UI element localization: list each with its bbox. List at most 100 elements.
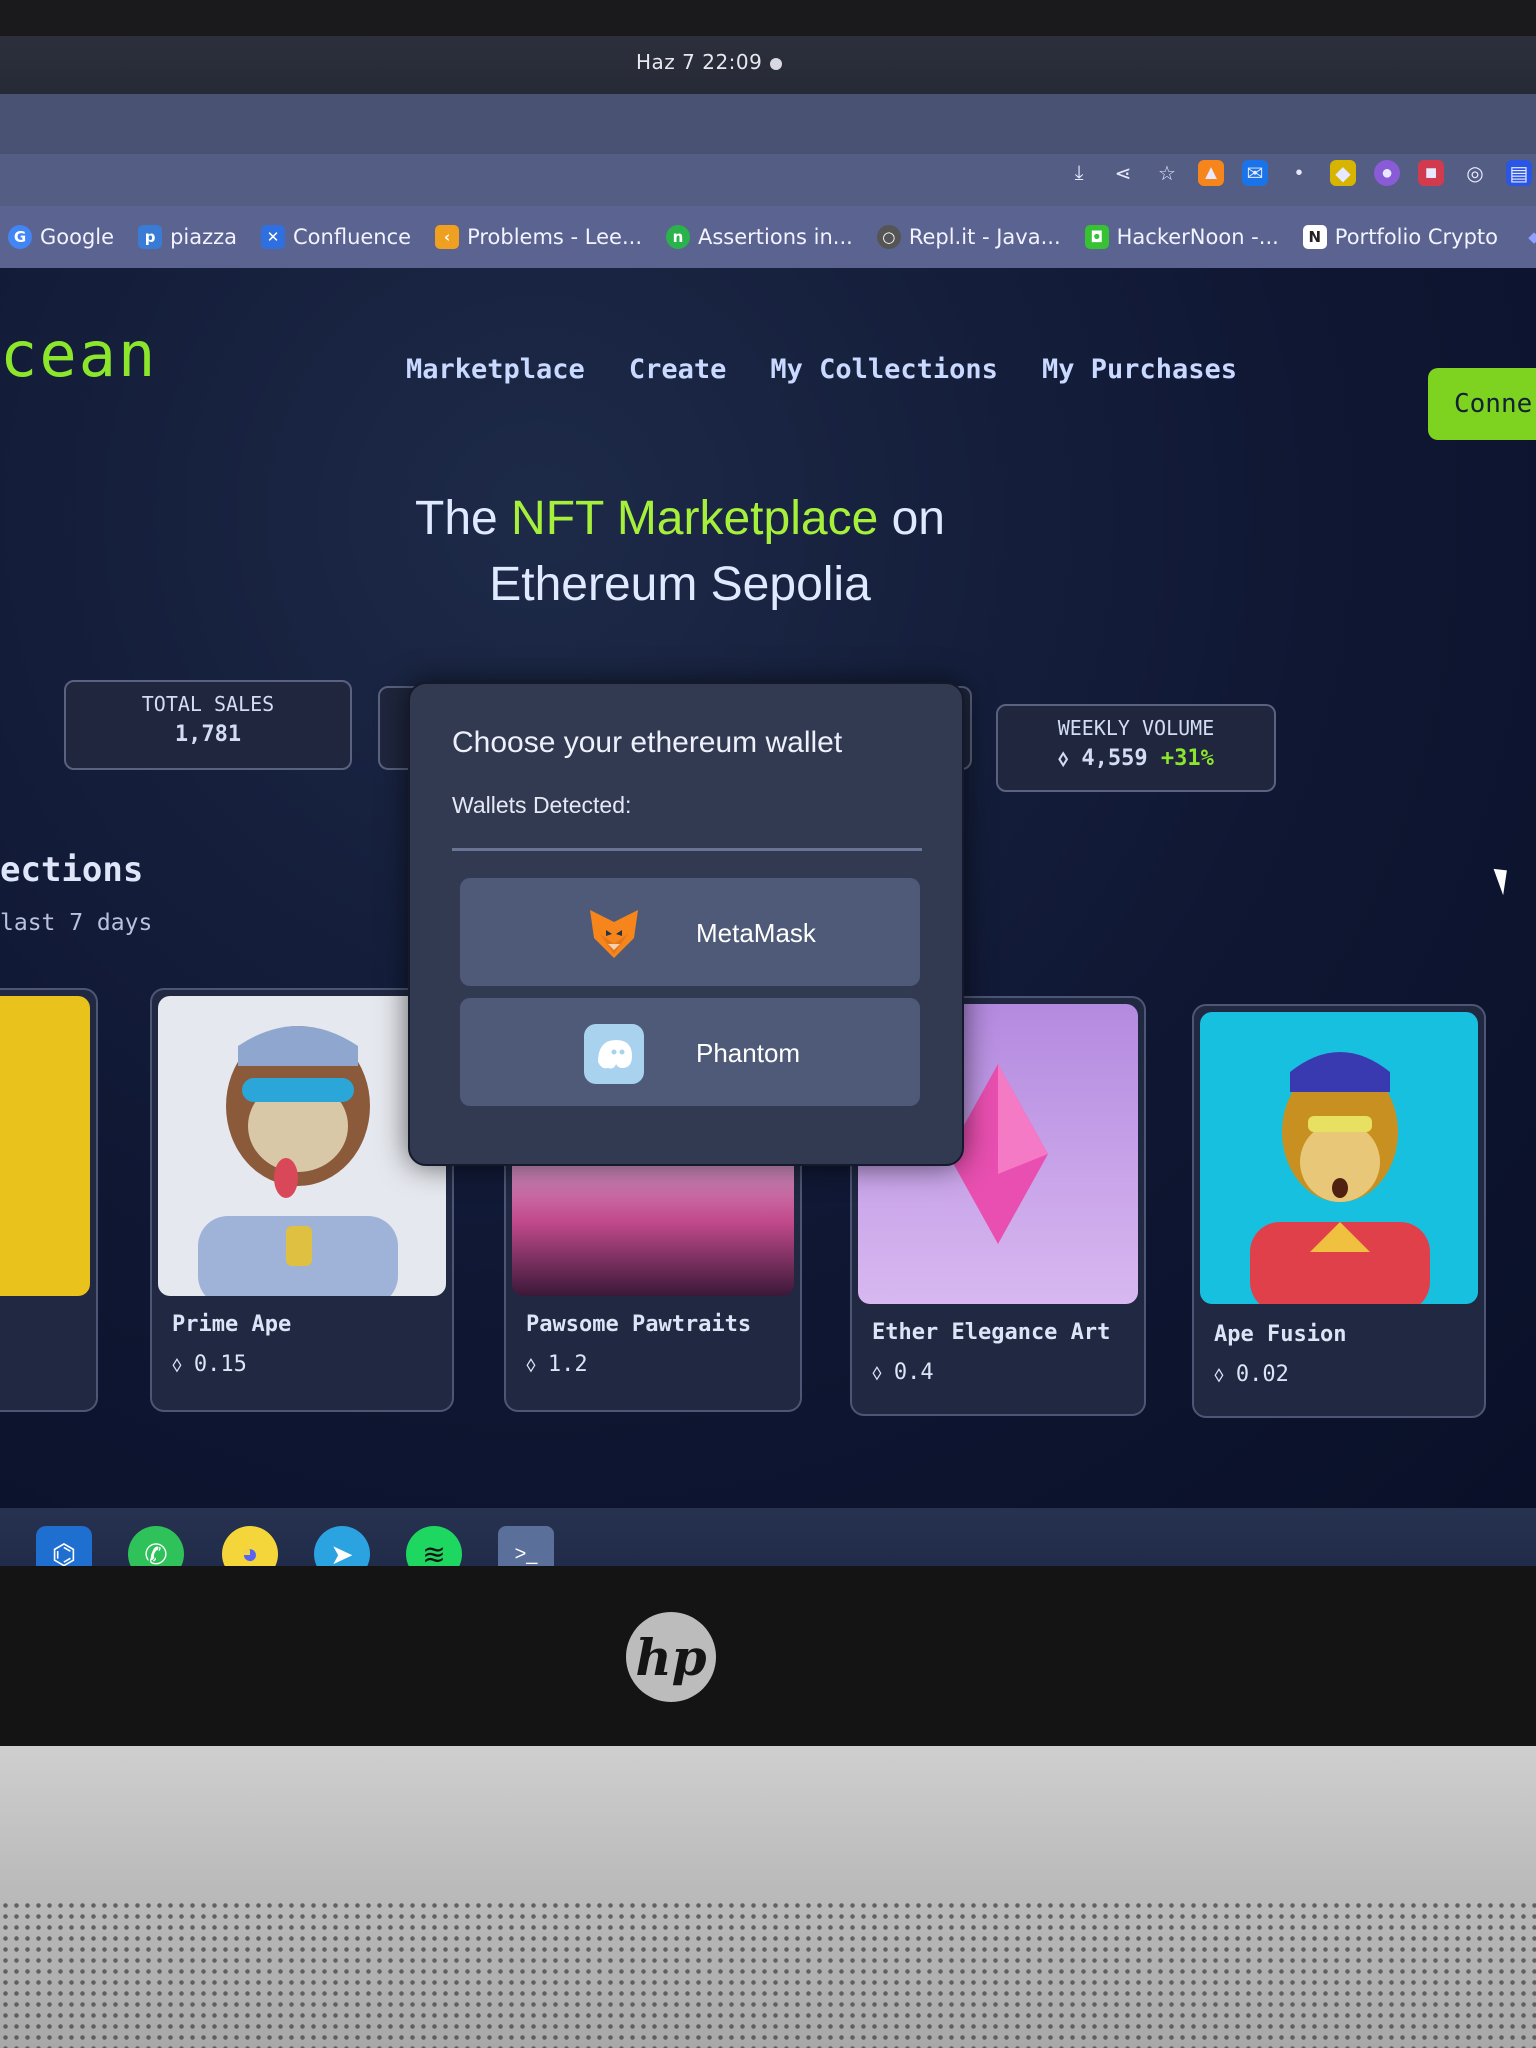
browser-toolbar: ⤓ ⋖ ☆ ▲ ✉ • ◆ ● ■ ◎ ▤ bbox=[0, 154, 1536, 206]
collection-card-ape-fusion[interactable]: Ape Fusion ⬨ 0.02 bbox=[1192, 1004, 1486, 1418]
system-top-bar: Haz 7 22:09 bbox=[0, 36, 1536, 94]
install-app-icon[interactable]: ⤓ bbox=[1066, 160, 1092, 186]
stat-weekly-volume: WEEKLY VOLUME ⬨ 4,559 +31% bbox=[996, 704, 1276, 792]
extension-circle-icon[interactable]: ● bbox=[1374, 160, 1400, 186]
stat-label: WEEKLY VOLUME bbox=[1057, 716, 1215, 740]
nav-marketplace[interactable]: Marketplace bbox=[406, 354, 585, 385]
site-logo[interactable]: cean bbox=[0, 318, 157, 391]
stat-value: 4,559 bbox=[1081, 746, 1148, 771]
collection-art-prime-ape bbox=[158, 996, 446, 1296]
collection-card-partial[interactable] bbox=[0, 988, 98, 1412]
bookmark-hackernoon[interactable]: ◘ HackerNoon -... bbox=[1084, 225, 1279, 249]
connect-wallet-button[interactable]: Conne bbox=[1428, 368, 1536, 440]
collection-price: ⬨ 0.4 bbox=[872, 1360, 934, 1385]
hero-title-pre: The bbox=[415, 492, 512, 545]
metamask-extension-icon[interactable]: ▲ bbox=[1198, 160, 1224, 186]
nft-marketplace-page: cean Marketplace Create My Collections M… bbox=[0, 268, 1536, 1508]
google-icon: G bbox=[8, 225, 32, 249]
terminal-icon[interactable]: >_ bbox=[498, 1526, 554, 1566]
stat-label: TOTAL SALES bbox=[141, 692, 275, 716]
collection-price-value: 0.4 bbox=[893, 1360, 934, 1385]
phantom-ghost-icon bbox=[584, 1024, 644, 1084]
collection-price-value: 0.02 bbox=[1235, 1362, 1289, 1387]
section-title: ections bbox=[0, 850, 144, 890]
stat-value-row: ⬨ 4,559 +31% bbox=[998, 746, 1274, 771]
hp-logo: hp bbox=[626, 1612, 716, 1702]
collection-price-value: 1.2 bbox=[547, 1352, 588, 1377]
extension-target-icon[interactable]: ◎ bbox=[1462, 160, 1488, 186]
laptop-bezel-bottom bbox=[0, 1566, 1536, 1746]
extension-drop-icon[interactable]: • bbox=[1286, 160, 1312, 186]
main-nav: Marketplace Create My Collections My Pur… bbox=[406, 354, 1237, 385]
bookmark-label: Problems - Lee... bbox=[467, 225, 642, 249]
collection-name: Ether Elegance Art bbox=[872, 1320, 1111, 1345]
ethereum-icon: ⬨ bbox=[872, 1360, 882, 1385]
ethereum-icon: ◆ bbox=[1528, 228, 1536, 246]
bookmark-replit[interactable]: ○ Repl.it - Java... bbox=[876, 225, 1061, 249]
hero-title-accent: NFT Marketplace bbox=[511, 492, 879, 545]
stat-total-sales: TOTAL SALES 1,781 bbox=[64, 680, 352, 770]
leetcode-icon: ‹ bbox=[435, 225, 460, 249]
ethereum-icon: ⬨ bbox=[1058, 746, 1069, 771]
hero-title-post: on bbox=[878, 492, 945, 545]
speaker-grille bbox=[0, 1900, 1536, 2048]
bookmark-label: HackerNoon -... bbox=[1116, 225, 1279, 249]
nav-my-collections[interactable]: My Collections bbox=[770, 354, 998, 385]
collection-name: Prime Ape bbox=[172, 1312, 292, 1337]
system-clock[interactable]: Haz 7 22:09 bbox=[636, 50, 762, 74]
section-subtitle: last 7 days bbox=[0, 910, 153, 936]
mouse-cursor-icon bbox=[1493, 864, 1515, 896]
collection-price: ⬨ 1.2 bbox=[526, 1352, 588, 1377]
bookmark-js[interactable]: ◆J bbox=[1522, 225, 1536, 249]
laptop-screen: Haz 7 22:09 ⤓ ⋖ ☆ ▲ ✉ • ◆ ● ■ ◎ ▤ G Googl… bbox=[0, 36, 1536, 1566]
modal-title: Choose your ethereum wallet bbox=[452, 726, 843, 759]
bookmark-label: Assertions in... bbox=[698, 225, 853, 249]
collection-price-value: 0.15 bbox=[193, 1352, 247, 1377]
bookmark-piazza[interactable]: p piazza bbox=[138, 225, 237, 249]
bookmark-assertions[interactable]: n Assertions in... bbox=[666, 225, 853, 249]
collection-price: ⬨ 0.02 bbox=[1214, 1362, 1289, 1387]
extension-red-icon[interactable]: ■ bbox=[1418, 160, 1444, 186]
hackernoon-icon: ◘ bbox=[1084, 225, 1109, 249]
telegram-icon[interactable]: ➤ bbox=[314, 1526, 370, 1566]
bookmark-label: Repl.it - Java... bbox=[908, 225, 1061, 249]
bookmark-leetcode[interactable]: ‹ Problems - Lee... bbox=[435, 225, 642, 249]
hero-title-line2: Ethereum Sepolia bbox=[489, 558, 871, 611]
metamask-fox-icon bbox=[584, 904, 644, 964]
phantom-wallet-button[interactable]: Phantom bbox=[460, 998, 920, 1106]
share-icon[interactable]: ⋖ bbox=[1110, 160, 1136, 186]
bookmark-label: piazza bbox=[170, 225, 238, 249]
extension-cube-icon[interactable]: ◆ bbox=[1330, 160, 1356, 186]
replit-icon: ○ bbox=[876, 225, 901, 249]
stat-change: +31% bbox=[1160, 746, 1214, 771]
collection-price: ⬨ 0.15 bbox=[172, 1352, 247, 1377]
outlook-extension-icon[interactable]: ✉ bbox=[1242, 160, 1268, 186]
collection-name: Ape Fusion bbox=[1214, 1322, 1347, 1347]
ethereum-icon: ⬨ bbox=[526, 1352, 536, 1377]
bookmark-label: Portfolio Crypto bbox=[1334, 225, 1498, 249]
wallet-chooser-modal: Choose your ethereum wallet Wallets Dete… bbox=[408, 682, 964, 1166]
vscode-icon[interactable]: ⌬ bbox=[36, 1526, 92, 1566]
metamask-wallet-button[interactable]: MetaMask bbox=[460, 878, 920, 986]
bookmark-star-icon[interactable]: ☆ bbox=[1154, 160, 1180, 186]
bookmark-portfolio-crypto[interactable]: N Portfolio Crypto bbox=[1302, 225, 1498, 249]
modal-subtitle: Wallets Detected: bbox=[452, 792, 632, 818]
assertions-icon: n bbox=[666, 225, 690, 249]
ethereum-icon: ⬨ bbox=[172, 1352, 182, 1377]
extension-blue-icon[interactable]: ▤ bbox=[1506, 160, 1532, 186]
wallet-label: MetaMask bbox=[696, 918, 816, 948]
bookmark-google[interactable]: G Google bbox=[8, 225, 114, 249]
bookmark-confluence[interactable]: ✕ Confluence bbox=[261, 225, 411, 249]
nav-create[interactable]: Create bbox=[629, 354, 727, 385]
ethereum-icon: ⬨ bbox=[1214, 1362, 1224, 1387]
hero-title: The NFT Marketplace on Ethereum Sepolia bbox=[340, 486, 1020, 618]
discord-icon[interactable]: ◕ bbox=[222, 1526, 278, 1566]
nav-my-purchases[interactable]: My Purchases bbox=[1042, 354, 1237, 385]
spotify-icon[interactable]: ≋ bbox=[406, 1526, 462, 1566]
browser-tab-strip[interactable] bbox=[0, 94, 1536, 154]
system-dock: ⌬ ✆ ◕ ➤ ≋ >_ bbox=[0, 1508, 1536, 1566]
piazza-icon: p bbox=[138, 225, 163, 249]
bookmark-label: Google bbox=[40, 225, 115, 249]
whatsapp-icon[interactable]: ✆ bbox=[128, 1526, 184, 1566]
notification-dot-icon bbox=[770, 58, 782, 70]
